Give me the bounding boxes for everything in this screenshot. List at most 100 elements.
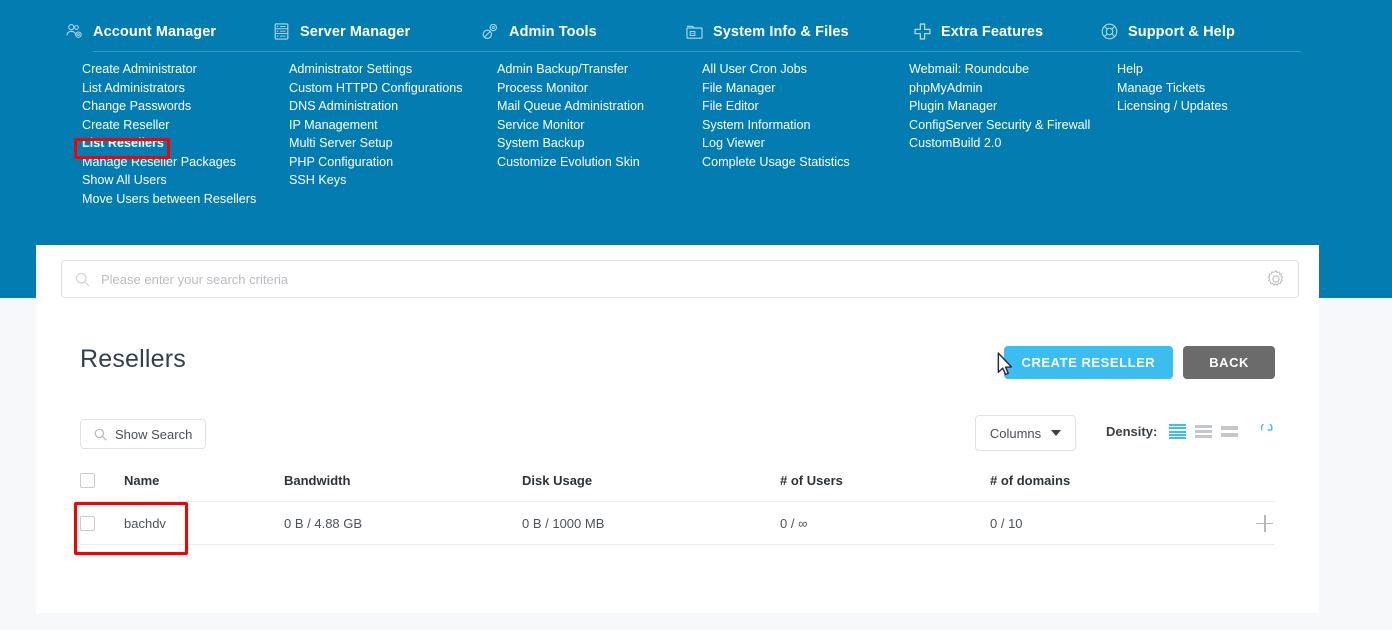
nav-group-label: System Info & Files xyxy=(713,23,849,40)
nav-item-system-information[interactable]: System Information xyxy=(702,116,850,135)
nav-item-service-monitor[interactable]: Service Monitor xyxy=(497,116,644,135)
column-header-actions xyxy=(1220,473,1275,502)
table-header: Name Bandwidth Disk Usage # of Users # o… xyxy=(80,473,1275,502)
nav-group-label: Support & Help xyxy=(1128,23,1235,40)
nav-group-label: Admin Tools xyxy=(509,23,597,40)
nav-item-process-monitor[interactable]: Process Monitor xyxy=(497,79,644,98)
nav-group-support-help[interactable]: Support & Help xyxy=(1100,22,1235,41)
nav-group-account-manager[interactable]: Account Manager xyxy=(65,22,216,41)
gear-icon[interactable] xyxy=(1266,269,1286,289)
nav-group-admin-tools[interactable]: Admin Tools xyxy=(481,22,597,41)
search-icon xyxy=(94,428,107,441)
cell-disk-usage: 0 B / 1000 MB xyxy=(522,501,780,545)
select-all-cell xyxy=(80,473,124,502)
nav-item-mail-queue-administration[interactable]: Mail Queue Administration xyxy=(497,97,644,116)
table-header-row: Name Bandwidth Disk Usage # of Users # o… xyxy=(80,473,1275,502)
wrench-gear-icon xyxy=(482,23,497,39)
show-search-button[interactable]: Show Search xyxy=(80,419,207,449)
nav-item-dns-administration[interactable]: DNS Administration xyxy=(289,97,463,116)
page-header-actions: CREATE RESELLER BACK xyxy=(1003,346,1275,379)
nav-item-create-reseller[interactable]: Create Reseller xyxy=(82,116,256,135)
columns-button[interactable]: Columns xyxy=(975,415,1076,451)
nav-group-system-info-files[interactable]: System Info & Files xyxy=(685,22,849,41)
nav-column-admin-tools: Admin Backup/Transfer Process Monitor Ma… xyxy=(497,60,644,171)
plus-cross-icon xyxy=(914,23,931,40)
cell-bandwidth: 0 B / 4.88 GB xyxy=(284,501,522,545)
nav-group-extra-features[interactable]: Extra Features xyxy=(913,22,1043,41)
resellers-table: Name Bandwidth Disk Usage # of Users # o… xyxy=(80,473,1275,545)
search-icon xyxy=(75,272,90,286)
nav-item-phpmyadmin[interactable]: phpMyAdmin xyxy=(909,79,1090,98)
nav-item-multi-server-setup[interactable]: Multi Server Setup xyxy=(289,134,463,153)
nav-item-customize-evolution-skin[interactable]: Customize Evolution Skin xyxy=(497,153,644,172)
row-checkbox[interactable] xyxy=(80,515,95,531)
columns-label: Columns xyxy=(989,425,1042,441)
back-button[interactable]: BACK xyxy=(1183,346,1275,379)
nav-item-change-passwords[interactable]: Change Passwords xyxy=(82,97,256,116)
nav-column-account-manager: Create Administrator List Administrators… xyxy=(82,60,256,208)
nav-group-label: Server Manager xyxy=(300,23,411,40)
nav-item-admin-backup-transfer[interactable]: Admin Backup/Transfer xyxy=(497,60,644,79)
column-header-domains[interactable]: # of domains xyxy=(990,473,1220,502)
column-header-bandwidth[interactable]: Bandwidth xyxy=(284,473,522,502)
nav-column-support-help: Help Manage Tickets Licensing / Updates xyxy=(1117,60,1228,116)
nav-divider xyxy=(93,51,1301,52)
users-gear-icon xyxy=(66,24,82,38)
nav-item-custombuild-2-0[interactable]: CustomBuild 2.0 xyxy=(909,134,1090,153)
cell-expand xyxy=(1220,501,1275,545)
nav-item-manage-tickets[interactable]: Manage Tickets xyxy=(1117,79,1228,98)
nav-item-custom-httpd-configurations[interactable]: Custom HTTPD Configurations xyxy=(289,79,463,98)
chevron-down-icon xyxy=(1051,430,1062,436)
nav-item-log-viewer[interactable]: Log Viewer xyxy=(702,134,850,153)
show-search-label: Show Search xyxy=(115,426,193,442)
nav-item-show-all-users[interactable]: Show All Users xyxy=(82,171,256,190)
refresh-icon[interactable] xyxy=(1259,424,1274,439)
nav-group-server-manager[interactable]: Server Manager xyxy=(272,22,410,41)
density-control: Density: xyxy=(1106,424,1274,439)
nav-item-all-user-cron-jobs[interactable]: All User Cron Jobs xyxy=(702,60,850,79)
nav-group-headers: Account Manager Server Manager Admin Too… xyxy=(0,0,1392,52)
nav-item-move-users-between-resellers[interactable]: Move Users between Resellers xyxy=(82,190,256,209)
nav-item-webmail-roundcube[interactable]: Webmail: Roundcube xyxy=(909,60,1090,79)
page-title: Resellers xyxy=(80,345,186,373)
nav-item-ip-management[interactable]: IP Management xyxy=(289,116,463,135)
nav-item-configserver-security-firewall[interactable]: ConfigServer Security & Firewall xyxy=(909,116,1090,135)
folder-info-icon xyxy=(686,25,703,39)
nav-item-php-configuration[interactable]: PHP Configuration xyxy=(289,153,463,172)
global-search-bar xyxy=(61,260,1299,298)
nav-item-list-administrators[interactable]: List Administrators xyxy=(82,79,256,98)
nav-item-administrator-settings[interactable]: Administrator Settings xyxy=(289,60,463,79)
density-compact-icon[interactable] xyxy=(1221,426,1239,437)
nav-item-plugin-manager[interactable]: Plugin Manager xyxy=(909,97,1090,116)
nav-column-extra-features: Webmail: Roundcube phpMyAdmin Plugin Man… xyxy=(909,60,1090,153)
cell-domains: 0 / 10 xyxy=(990,501,1220,545)
column-header-name[interactable]: Name xyxy=(124,473,284,502)
plus-icon[interactable] xyxy=(1256,514,1273,532)
nav-item-help[interactable]: Help xyxy=(1117,60,1228,79)
density-comfortable-icon[interactable] xyxy=(1169,424,1187,439)
cell-users: 0 / ∞ xyxy=(780,501,990,545)
nav-item-licensing-updates[interactable]: Licensing / Updates xyxy=(1117,97,1228,116)
nav-item-manage-reseller-packages[interactable]: Manage Reseller Packages xyxy=(82,153,256,172)
nav-item-create-administrator[interactable]: Create Administrator xyxy=(82,60,256,79)
column-header-disk-usage[interactable]: Disk Usage xyxy=(522,473,780,502)
create-reseller-button[interactable]: CREATE RESELLER xyxy=(1003,346,1174,379)
table-row[interactable]: bachdv 0 B / 4.88 GB 0 B / 1000 MB 0 / ∞… xyxy=(80,501,1275,545)
cell-name: bachdv xyxy=(124,501,284,545)
search-input[interactable] xyxy=(99,270,1266,288)
table-body: bachdv 0 B / 4.88 GB 0 B / 1000 MB 0 / ∞… xyxy=(80,501,1275,545)
nav-item-file-manager[interactable]: File Manager xyxy=(702,79,850,98)
row-select-cell xyxy=(80,501,124,545)
density-standard-icon[interactable] xyxy=(1195,425,1213,438)
nav-item-system-backup[interactable]: System Backup xyxy=(497,134,644,153)
select-all-checkbox[interactable] xyxy=(80,473,95,488)
nav-item-file-editor[interactable]: File Editor xyxy=(702,97,850,116)
content-panel: Resellers CREATE RESELLER BACK Show Sear… xyxy=(36,245,1319,613)
nav-item-ssh-keys[interactable]: SSH Keys xyxy=(289,171,463,190)
nav-group-label: Account Manager xyxy=(93,23,217,40)
nav-item-list-resellers[interactable]: List Resellers xyxy=(82,134,256,153)
column-header-users[interactable]: # of Users xyxy=(780,473,990,502)
nav-item-complete-usage-statistics[interactable]: Complete Usage Statistics xyxy=(702,153,850,172)
server-rack-icon xyxy=(274,23,289,40)
lifebuoy-icon xyxy=(1101,23,1118,40)
